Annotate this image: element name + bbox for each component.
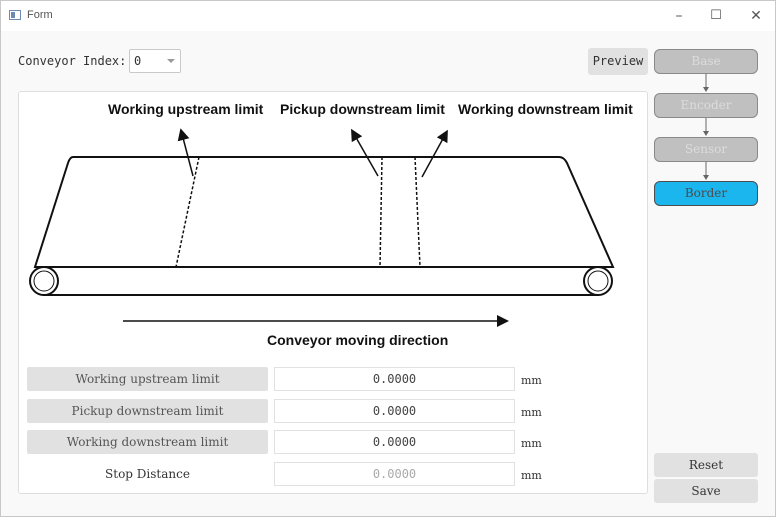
stop-distance-input: 0.0000: [274, 462, 515, 486]
pickup-downstream-limit-input[interactable]: 0.0000: [274, 399, 515, 423]
working-upstream-limit-input[interactable]: 0.0000: [274, 367, 515, 391]
reset-button[interactable]: Reset: [654, 453, 758, 477]
unit-label: mm: [521, 374, 542, 387]
label-pickup-downstream: Pickup downstream limit: [280, 101, 445, 117]
stop-distance-label: Stop Distance: [105, 467, 190, 481]
label-working-downstream: Working downstream limit: [458, 101, 633, 117]
unit-label: mm: [521, 437, 542, 450]
conveyor-belt: [33, 156, 615, 268]
unit-label: mm: [521, 469, 542, 482]
pickup-downstream-limit-button[interactable]: Pickup downstream limit: [27, 399, 268, 423]
direction-label: Conveyor moving direction: [267, 332, 449, 348]
working-upstream-limit-button[interactable]: Working upstream limit: [27, 367, 268, 391]
unit-label: mm: [521, 406, 542, 419]
working-downstream-limit-input[interactable]: 0.0000: [274, 430, 515, 454]
label-working-upstream: Working upstream limit: [108, 101, 264, 117]
save-button[interactable]: Save: [654, 479, 758, 503]
working-downstream-limit-button[interactable]: Working downstream limit: [27, 430, 268, 454]
